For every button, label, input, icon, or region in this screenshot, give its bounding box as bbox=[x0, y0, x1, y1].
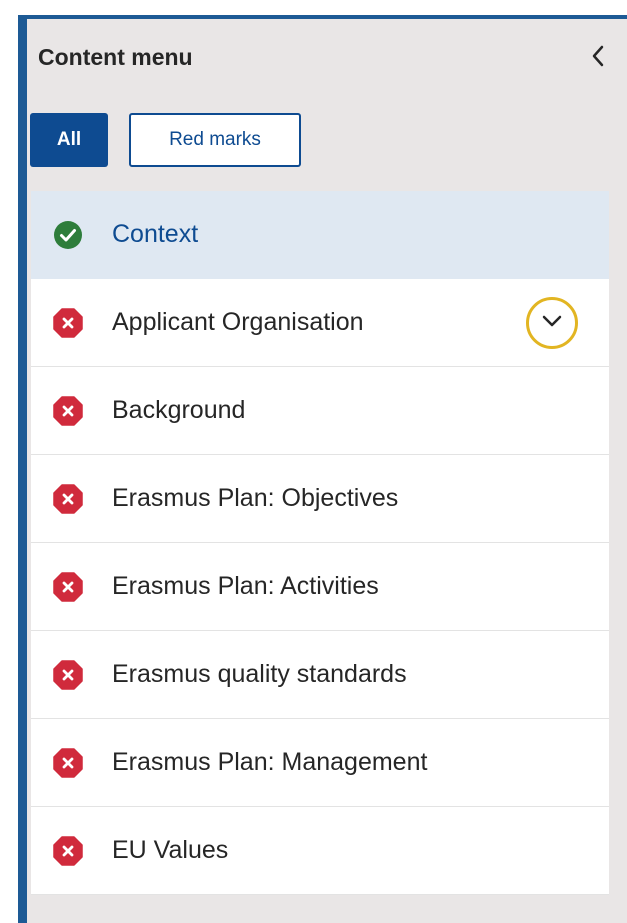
expand-button[interactable] bbox=[526, 296, 578, 349]
error-octagon-icon bbox=[53, 835, 83, 866]
menu-item-erasmus-quality-standards[interactable]: Erasmus quality standards bbox=[31, 631, 609, 719]
filter-red-marks-button[interactable]: Red marks bbox=[129, 113, 301, 167]
check-circle-icon bbox=[53, 220, 83, 250]
menu-item-erasmus-plan-activities[interactable]: Erasmus Plan: Activities bbox=[31, 543, 609, 631]
menu-item-label: Applicant Organisation bbox=[112, 307, 364, 336]
top-strip bbox=[0, 0, 627, 15]
menu-item-label: Erasmus Plan: Activities bbox=[112, 571, 379, 600]
error-octagon-icon bbox=[53, 483, 83, 514]
app-frame: Content menu All Red marks Context Appli… bbox=[0, 0, 627, 923]
menu-item-background[interactable]: Background bbox=[31, 367, 609, 455]
error-octagon-icon bbox=[53, 659, 83, 690]
filter-all-button[interactable]: All bbox=[30, 113, 108, 167]
menu-item-context[interactable]: Context bbox=[31, 191, 609, 279]
panel-title: Content menu bbox=[38, 44, 193, 70]
content-menu-list: Context Applicant Organisation Backgroun… bbox=[31, 191, 609, 895]
error-octagon-icon bbox=[53, 307, 83, 338]
menu-item-eu-values[interactable]: EU Values bbox=[31, 807, 609, 895]
chevron-left-icon[interactable] bbox=[590, 42, 606, 70]
menu-item-label: Background bbox=[112, 395, 246, 424]
menu-item-label: Erasmus Plan: Objectives bbox=[112, 483, 399, 512]
menu-item-applicant-organisation[interactable]: Applicant Organisation bbox=[31, 279, 609, 367]
menu-item-erasmus-plan-objectives[interactable]: Erasmus Plan: Objectives bbox=[31, 455, 609, 543]
menu-item-erasmus-plan-management[interactable]: Erasmus Plan: Management bbox=[31, 719, 609, 807]
error-octagon-icon bbox=[53, 747, 83, 778]
menu-item-label: EU Values bbox=[112, 835, 229, 864]
menu-item-label: Erasmus Plan: Management bbox=[112, 747, 428, 776]
menu-item-label: Context bbox=[112, 219, 199, 248]
error-octagon-icon bbox=[53, 571, 83, 602]
chevron-down-icon bbox=[541, 314, 563, 331]
error-octagon-icon bbox=[53, 395, 83, 426]
menu-item-label: Erasmus quality standards bbox=[112, 659, 407, 688]
